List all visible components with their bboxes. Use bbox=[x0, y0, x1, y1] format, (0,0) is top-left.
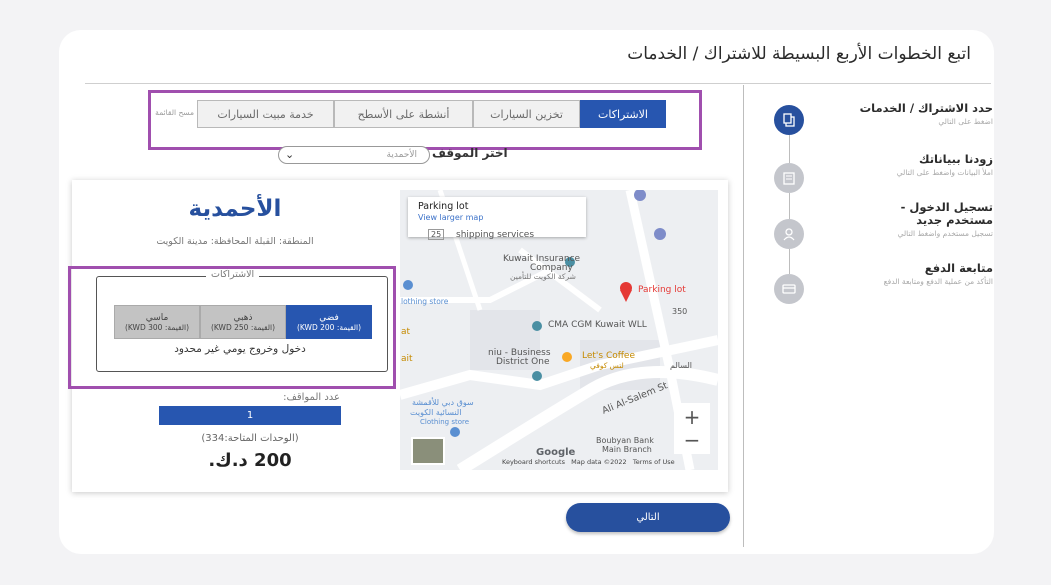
step-1[interactable]: حدد الاشتراك / الخدمات اضغط على التالي bbox=[859, 101, 993, 127]
step-subtitle: املأ البيانات واضغط على التالي bbox=[896, 168, 993, 177]
step-title: زودنا ببياناتك bbox=[919, 152, 993, 166]
map-card-title: Parking lot bbox=[418, 201, 469, 212]
map-label-boubyan: Boubyan Bank bbox=[596, 436, 654, 445]
map-label-salem-ar: السالم bbox=[670, 361, 692, 370]
location-label: اختر الموقف bbox=[432, 146, 508, 160]
map-label-at: at bbox=[401, 327, 411, 337]
view-larger-map-link[interactable]: View larger map bbox=[418, 213, 576, 222]
map-label-dubai: سوق دبي للأقمشة bbox=[412, 398, 474, 407]
terms-link[interactable]: Terms of Use bbox=[633, 458, 675, 466]
plan-gold-button[interactable]: ذهبي (القيمة: 250 KWD) bbox=[200, 305, 286, 339]
area-name: الأحمدية bbox=[188, 196, 282, 222]
page-title: اتبع الخطوات الأربع البسيطة للاشتراك / ا… bbox=[627, 44, 971, 64]
spots-label: عدد المواقف: bbox=[283, 392, 340, 403]
tab-car-storage[interactable]: تخزين السيارات bbox=[473, 100, 580, 128]
area-subtitle: المنطقة: القبلة المحافظة: مدينة الكويت bbox=[156, 236, 314, 247]
tab-subscriptions[interactable]: الاشتراكات bbox=[580, 100, 666, 128]
plan-price: (القيمة: 300 KWD) bbox=[124, 322, 190, 332]
step-connector bbox=[789, 193, 790, 219]
total-price: 200 د.ك. bbox=[208, 450, 292, 471]
plan-description: دخول وخروج يومي غير محدود bbox=[174, 343, 306, 355]
plan-name: ذهبي bbox=[233, 312, 253, 323]
map-label-dubai-2: النسائية الكويت bbox=[410, 408, 462, 417]
plan-price: (القيمة: 200 KWD) bbox=[296, 322, 362, 332]
map-label-350: 350 bbox=[672, 307, 688, 316]
map-label-coffee-ar: لتس كوفي bbox=[590, 361, 624, 370]
step-2[interactable]: زودنا ببياناتك املأ البيانات واضغط على ا… bbox=[896, 152, 993, 178]
map-label-niu-2: District One bbox=[496, 357, 550, 367]
map-label-clothing: lothing store bbox=[401, 297, 449, 306]
keyboard-shortcuts-link[interactable]: Keyboard shortcuts bbox=[502, 458, 565, 466]
location-selected-value: الأحمدية bbox=[386, 150, 417, 160]
step-subtitle: تسجيل مستخدم واضغط التالي bbox=[897, 229, 993, 238]
map-label-ait: ait bbox=[401, 354, 413, 364]
available-units: (الوحدات المتاحة:334) bbox=[201, 433, 299, 444]
step-connector bbox=[789, 135, 790, 163]
map-label-boubyan-2: Main Branch bbox=[602, 445, 652, 454]
map-label-parking: Parking lot bbox=[638, 285, 686, 295]
stepper-divider bbox=[743, 85, 744, 547]
location-select[interactable]: الأحمدية ⌄ bbox=[278, 146, 430, 164]
map-attribution: Keyboard shortcuts Map data ©2022 Terms … bbox=[502, 458, 675, 466]
step-3-user-icon bbox=[774, 219, 804, 249]
step-2-form-icon bbox=[774, 163, 804, 193]
spots-input[interactable]: 1 bbox=[159, 406, 341, 425]
step-4-card-icon bbox=[774, 274, 804, 304]
map-label-clothing-2: Clothing store bbox=[420, 418, 470, 426]
tab-rooftop-activities[interactable]: أنشطة على الأسطح bbox=[334, 100, 473, 128]
step-subtitle: اضغط على التالي bbox=[938, 117, 993, 126]
chevron-down-icon: ⌄ bbox=[285, 148, 295, 161]
plan-price: (القيمة: 250 KWD) bbox=[210, 322, 276, 332]
step-subtitle: التأكد من عملية الدفع ومتابعة الدفع bbox=[883, 277, 993, 286]
header-divider bbox=[85, 83, 991, 84]
zoom-out-button[interactable]: − bbox=[674, 426, 710, 454]
step-3[interactable]: تسجيل الدخول - مستخدم جديد تسجيل مستخدم … bbox=[893, 200, 993, 239]
step-title: حدد الاشتراك / الخدمات bbox=[859, 101, 993, 115]
plan-diamond-button[interactable]: ماسي (القيمة: 300 KWD) bbox=[114, 305, 200, 339]
map-data-text: Map data ©2022 bbox=[571, 458, 627, 466]
plan-name: فضي bbox=[319, 312, 339, 323]
step-4[interactable]: متابعة الدفع التأكد من عملية الدفع ومتاب… bbox=[883, 261, 993, 287]
tab-car-overnight[interactable]: خدمة مبيت السيارات bbox=[197, 100, 334, 128]
tab-overflow-label[interactable]: مسح القائمة bbox=[138, 108, 194, 117]
google-logo: Google bbox=[536, 447, 576, 458]
next-button[interactable]: التالي bbox=[566, 503, 730, 532]
map-label-cma: CMA CGM Kuwait WLL bbox=[548, 320, 647, 330]
map-label-coffee: Let's Coffee bbox=[582, 351, 636, 361]
map-label-insurance-ar: شركة الكويت للتأمين bbox=[510, 272, 576, 281]
step-1-copy-icon bbox=[774, 105, 804, 135]
step-connector bbox=[789, 249, 790, 274]
step-title: متابعة الدفع bbox=[924, 261, 993, 275]
plan-silver-button[interactable]: فضي (القيمة: 200 KWD) bbox=[286, 305, 372, 339]
step-title: تسجيل الدخول - مستخدم جديد bbox=[900, 200, 993, 227]
road-badge: 25 bbox=[428, 229, 445, 240]
plan-name: ماسي bbox=[145, 312, 169, 323]
map-label-shipping: shipping services bbox=[456, 230, 535, 240]
subscriptions-legend: الاشتراكات bbox=[206, 269, 260, 280]
